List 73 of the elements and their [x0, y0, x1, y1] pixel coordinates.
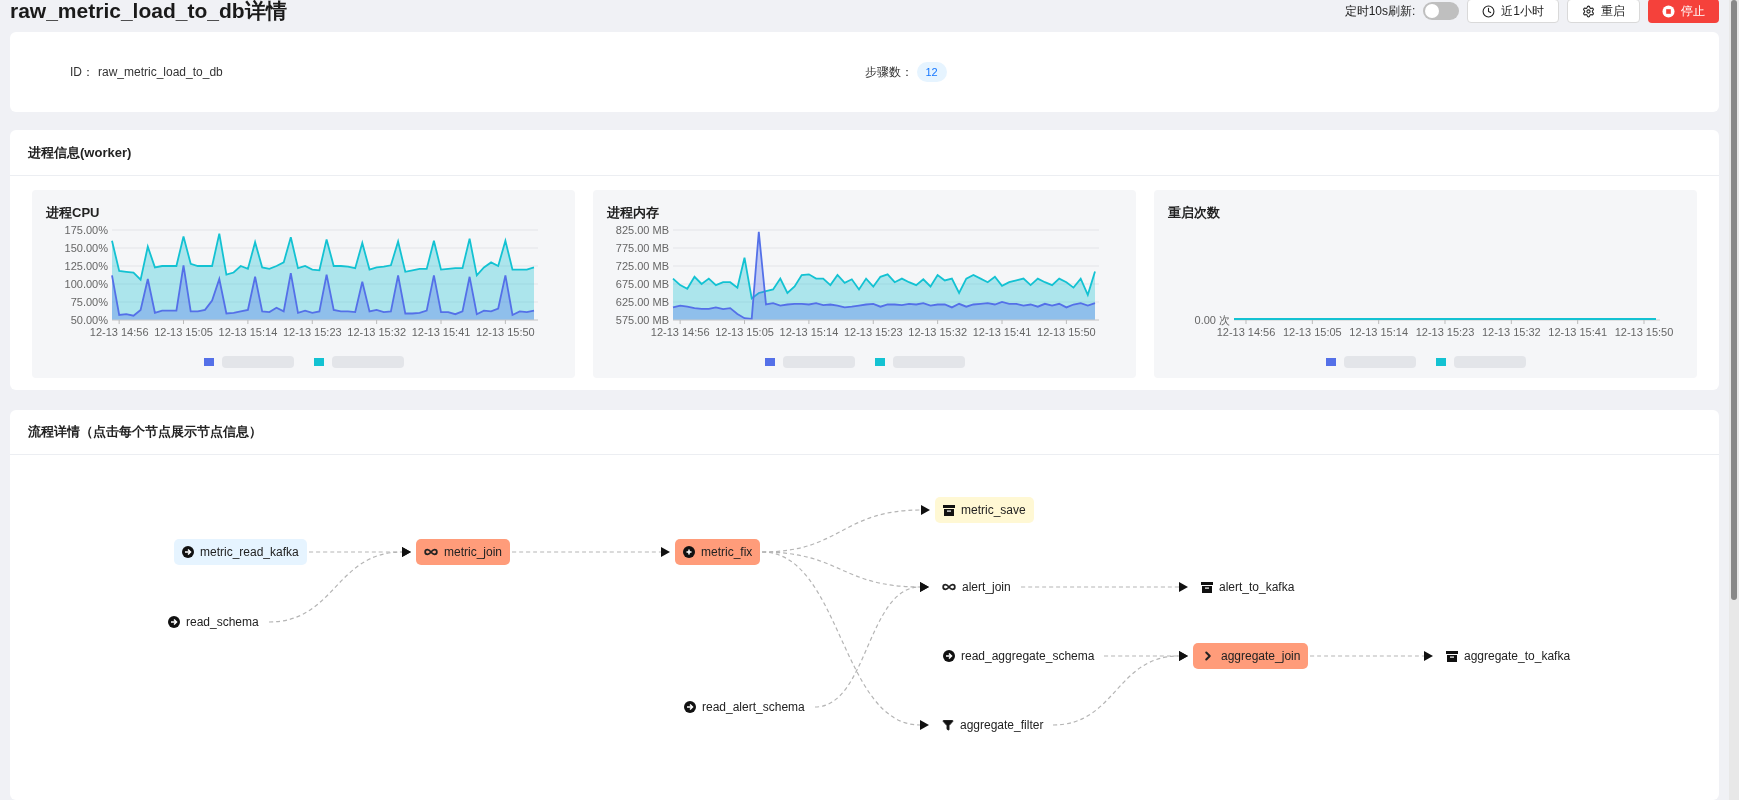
axis-tick-label: 675.00 MB — [615, 278, 669, 290]
arrow-circle-icon — [168, 616, 180, 628]
axis-tick-label: 150.00% — [64, 242, 108, 254]
axis-tick-label: 12-13 14:56 — [1216, 326, 1276, 338]
flow-node[interactable]: metric_join — [416, 539, 511, 565]
axis-tick-label: 100.00% — [64, 278, 108, 290]
arrow-circle-icon — [684, 701, 696, 713]
page-title: raw_metric_load_to_db详情 — [10, 0, 287, 23]
flow-node[interactable]: aggregate_to_kafka — [1438, 643, 1579, 669]
archive-box-icon — [1201, 581, 1213, 593]
axis-tick-label: 12-13 15:41 — [1548, 326, 1608, 338]
axis-tick-label: 12-13 15:05 — [154, 326, 213, 338]
arrow-circle-icon — [182, 546, 194, 558]
chart-title: 进程CPU — [46, 204, 101, 222]
flow-node[interactable]: read_schema — [160, 609, 267, 635]
flow-node[interactable]: read_alert_schema — [676, 694, 813, 720]
toggle-switch[interactable] — [1423, 2, 1460, 20]
flow-node[interactable]: alert_join — [934, 574, 1019, 600]
axis-tick-label: 75.00% — [70, 296, 108, 308]
axis-tick-label: 12-13 15:50 — [1614, 326, 1674, 338]
chart-title: 重启次数 — [1168, 204, 1221, 222]
settings-icon — [1582, 4, 1595, 18]
archive-box-icon — [943, 504, 955, 516]
axis-tick-label: 12-13 15:14 — [779, 326, 839, 338]
axis-tick-label: 725.00 MB — [615, 260, 669, 272]
restart-button[interactable]: 重启 — [1567, 0, 1640, 23]
axis-tick-label: 12-13 15:14 — [218, 326, 278, 338]
flow-node[interactable]: aggregate_filter — [934, 712, 1052, 738]
axis-tick-label: 775.00 MB — [615, 242, 669, 254]
archive-box-icon — [1446, 650, 1458, 662]
axis-tick-label: 12-13 15:32 — [1481, 326, 1541, 338]
axis-tick-label: 125.00% — [64, 260, 108, 272]
flow-node[interactable]: read_aggregate_schema — [935, 643, 1103, 669]
section-title: 进程信息(worker) — [28, 143, 132, 162]
filter-icon — [942, 719, 954, 731]
time-range-button[interactable]: 近1小时 — [1467, 0, 1559, 23]
axis-tick-label: 12-13 14:56 — [650, 326, 710, 338]
stop-button[interactable]: 停止 — [1648, 0, 1719, 23]
axis-tick-label: 12-13 15:41 — [411, 326, 471, 338]
axis-tick-label: 12-13 15:50 — [476, 326, 535, 338]
axis-tick-label: 0.00 次 — [1194, 314, 1230, 326]
axis-tick-label: 50.00% — [70, 314, 108, 326]
axis-tick-label: 12-13 15:23 — [282, 326, 342, 338]
axis-tick-label: 12-13 15:05 — [1282, 326, 1342, 338]
section-title: 流程详情（点击每个节点展示节点信息） — [28, 423, 262, 442]
clock-icon — [1482, 4, 1496, 18]
axis-tick-label: 12-13 15:05 — [715, 326, 774, 338]
axis-tick-label: 12-13 15:23 — [843, 326, 903, 338]
axis-tick-label: 12-13 14:56 — [89, 326, 149, 338]
count-badge: 12 — [916, 61, 947, 83]
axis-tick-label: 12-13 15:23 — [1415, 326, 1475, 338]
axis-tick-label: 12-13 15:32 — [908, 326, 967, 338]
axis-tick-label: 12-13 15:32 — [347, 326, 406, 338]
axis-tick-label: 12-13 15:50 — [1037, 326, 1096, 338]
chart-title: 进程内存 — [607, 204, 660, 222]
axis-tick-label: 575.00 MB — [615, 314, 669, 326]
axis-tick-label: 625.00 MB — [615, 296, 669, 308]
axis-tick-label: 825.00 MB — [615, 224, 669, 236]
flow-node[interactable]: metric_read_kafka — [174, 539, 307, 565]
flow-node[interactable]: alert_to_kafka — [1193, 574, 1303, 600]
field-value: raw_metric_load_to_db — [98, 64, 223, 81]
axis-tick-label: 12-13 15:41 — [972, 326, 1032, 338]
axis-tick-label: 175.00% — [64, 224, 108, 236]
axis-tick-label: 12-13 15:14 — [1349, 326, 1409, 338]
field-label: ID： — [70, 64, 94, 81]
plus-circle-icon — [683, 546, 695, 558]
flow-node[interactable]: metric_save — [935, 497, 1034, 523]
stop-icon — [1662, 4, 1675, 18]
flow-node[interactable]: metric_fix — [675, 539, 761, 565]
auto-refresh-label: 定时10s刷新: — [1344, 3, 1416, 20]
arrow-circle-icon — [943, 650, 955, 662]
field-label: 步骤数： — [864, 64, 913, 81]
flow-node[interactable]: aggregate_join — [1193, 643, 1309, 669]
